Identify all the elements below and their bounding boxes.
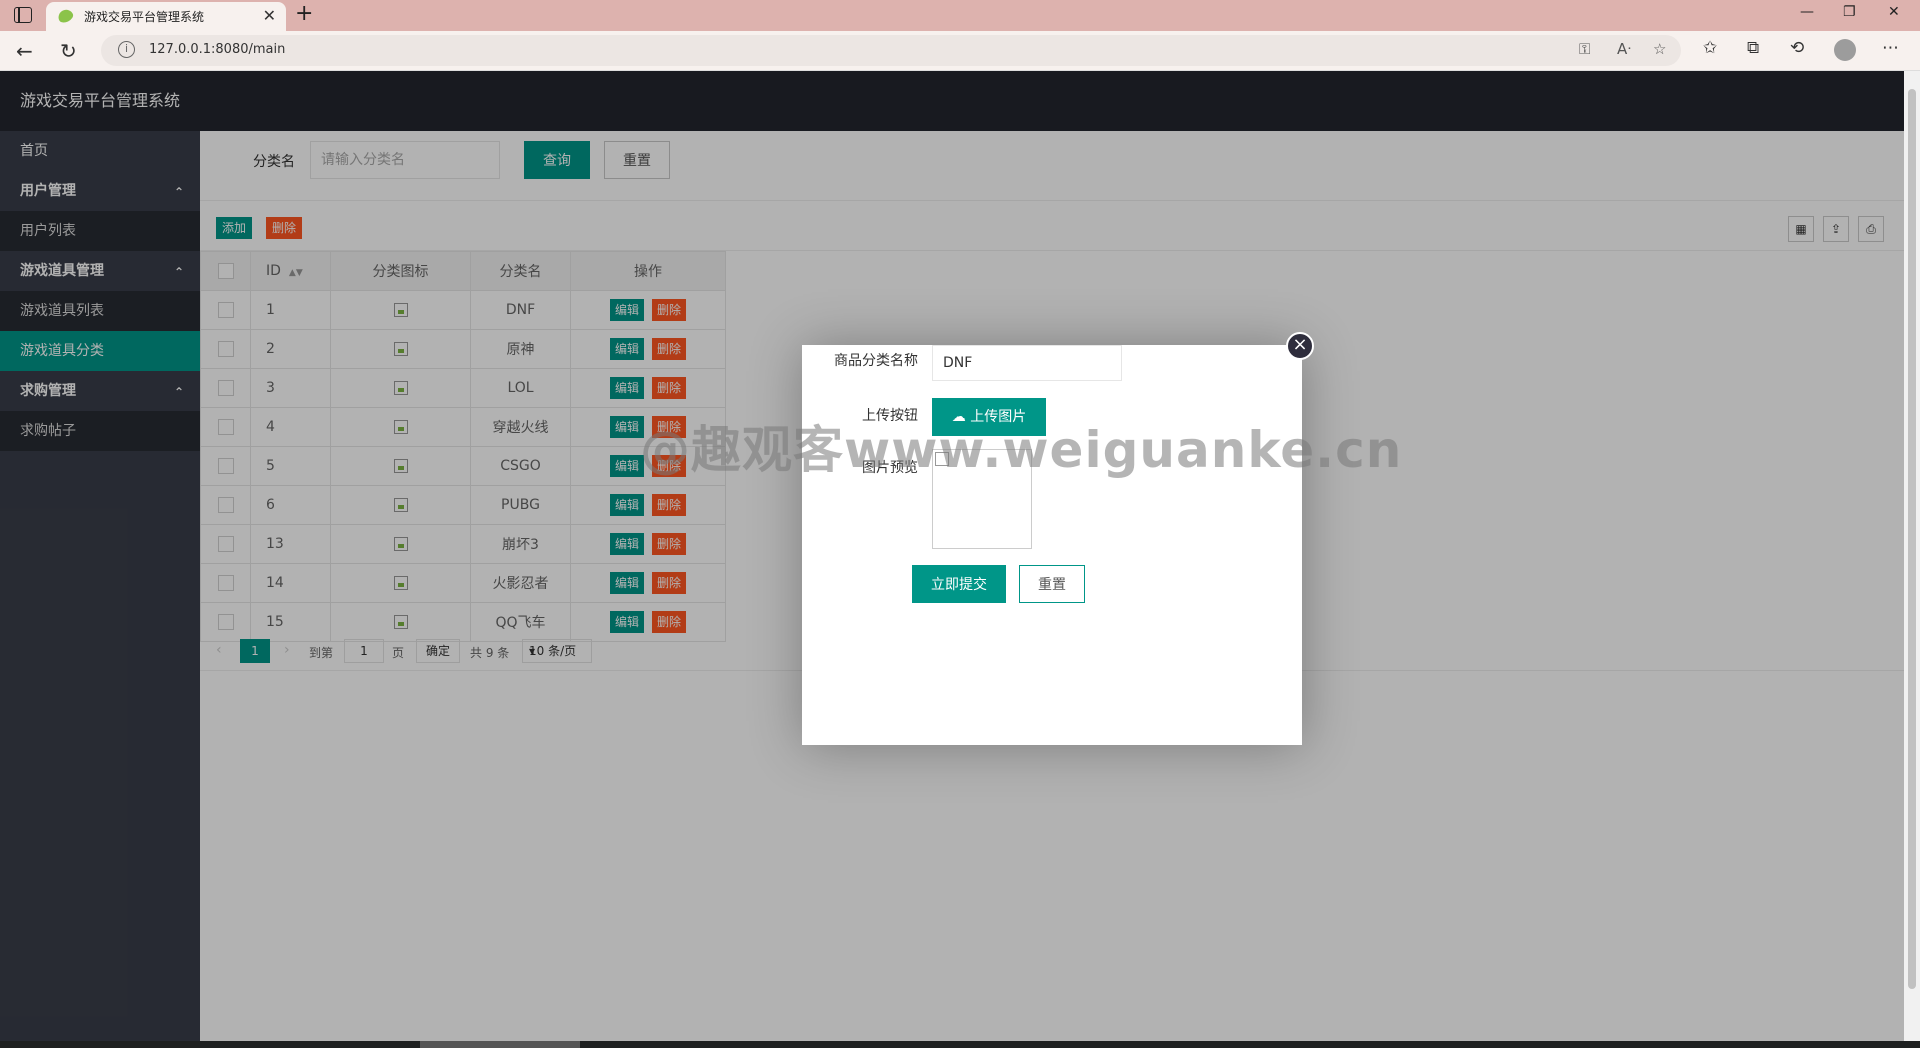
form-reset-button[interactable]: 重置 xyxy=(1019,565,1085,603)
more-menu-icon[interactable]: ⋯ xyxy=(1882,38,1899,58)
leaf-favicon-icon xyxy=(56,7,75,25)
edit-category-dialog: 商品分类名称 DNF 上传按钮 ☁ 上传图片 图片预览 立即提交 重置 xyxy=(802,345,1302,745)
submit-button[interactable]: 立即提交 xyxy=(912,565,1006,603)
refresh-icon[interactable]: ↻ xyxy=(60,39,77,63)
add-favorite-icon[interactable]: ☆ xyxy=(1653,40,1666,58)
tab-title: 游戏交易平台管理系统 xyxy=(84,10,205,24)
page-scrollbar[interactable] xyxy=(1904,71,1920,1041)
browser-tabbar: 游戏交易平台管理系统 ✕ + — ❐ ✕ xyxy=(0,0,1920,31)
tab-close-icon[interactable]: ✕ xyxy=(263,6,276,25)
back-arrow-icon[interactable]: ← xyxy=(16,39,33,63)
taskbar-active-app[interactable] xyxy=(420,1041,580,1048)
minimize-button[interactable]: — xyxy=(1800,4,1814,20)
restore-button[interactable]: ❐ xyxy=(1843,4,1856,20)
favorites-icon[interactable]: ✩ xyxy=(1703,38,1717,58)
tab-actions-icon[interactable] xyxy=(14,7,32,23)
name-label: 商品分类名称 xyxy=(834,353,918,369)
collections-icon[interactable]: ⧉ xyxy=(1747,38,1759,58)
close-window-button[interactable]: ✕ xyxy=(1888,4,1900,20)
scrollbar-thumb[interactable] xyxy=(1908,89,1916,989)
history-icon[interactable]: ⟲ xyxy=(1790,38,1804,58)
new-tab-button[interactable]: + xyxy=(295,1,313,26)
read-aloud-icon[interactable]: Aᐧ xyxy=(1617,40,1631,58)
profile-avatar[interactable] xyxy=(1834,39,1856,61)
key-icon[interactable]: ⚿ xyxy=(1579,40,1590,58)
url-text: 127.0.0.1:8080/main xyxy=(149,42,286,57)
category-name-input[interactable]: DNF xyxy=(932,345,1122,381)
site-info-icon[interactable]: i xyxy=(118,41,135,58)
browser-tab[interactable]: 游戏交易平台管理系统 ✕ xyxy=(46,2,286,31)
watermark-text: @趣观客www.weiguanke.cn xyxy=(640,421,1403,479)
close-dialog-icon[interactable]: × xyxy=(1286,332,1314,360)
os-taskbar xyxy=(0,1041,1920,1048)
url-field[interactable]: i 127.0.0.1:8080/main ⚿ Aᐧ ☆ xyxy=(101,35,1681,66)
browser-addressbar: ← ↻ i 127.0.0.1:8080/main ⚿ Aᐧ ☆ ✩ ⧉ ⟲ ⋯ xyxy=(0,31,1920,71)
